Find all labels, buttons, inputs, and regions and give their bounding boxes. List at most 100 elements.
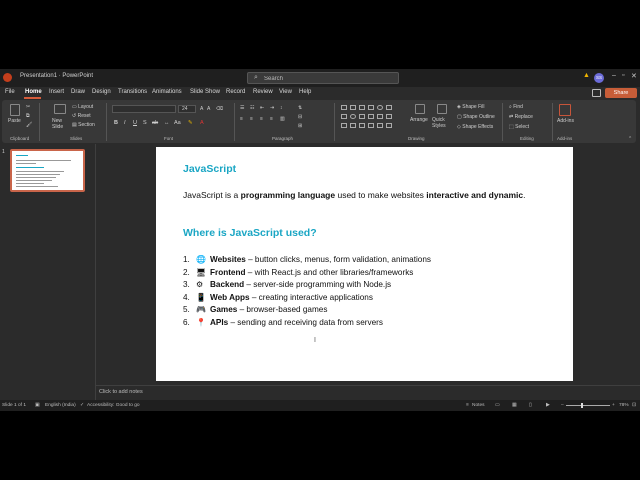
font-color-icon[interactable]: A bbox=[200, 120, 204, 126]
shape-line-icon[interactable] bbox=[350, 105, 356, 110]
tab-review[interactable]: Review bbox=[253, 89, 273, 95]
shape-rectangle-icon[interactable] bbox=[386, 105, 392, 110]
align-center-icon[interactable]: ≡ bbox=[250, 116, 253, 122]
strikethrough-icon[interactable]: ab bbox=[152, 120, 158, 126]
accessibility-icon[interactable]: ✓ bbox=[80, 403, 84, 408]
shape-oval-icon[interactable] bbox=[350, 114, 356, 119]
highlight-icon[interactable]: ✎ bbox=[188, 120, 193, 126]
arrange-button[interactable]: Arrange bbox=[410, 117, 428, 123]
zoom-in-icon[interactable]: + bbox=[612, 403, 615, 408]
format-painter-icon[interactable]: 🖌 bbox=[26, 122, 32, 128]
increase-font-icon[interactable]: A bbox=[200, 106, 203, 112]
line-spacing-icon[interactable]: ↕ bbox=[280, 105, 283, 111]
font-size-combobox[interactable]: 24 bbox=[178, 105, 196, 113]
justify-icon[interactable]: ≡ bbox=[270, 116, 273, 122]
select-button[interactable]: ⬚ Select bbox=[509, 124, 529, 130]
new-slide-icon[interactable] bbox=[54, 104, 66, 114]
shape-rectangle-icon[interactable] bbox=[368, 105, 374, 110]
tab-slide-show[interactable]: Slide Show bbox=[190, 89, 220, 95]
reset-button[interactable]: ↺ Reset bbox=[72, 113, 91, 119]
language-status[interactable]: English (India) bbox=[45, 403, 76, 408]
change-case-icon[interactable]: Aa bbox=[174, 120, 181, 126]
collapse-ribbon-icon[interactable]: ⌃ bbox=[628, 136, 632, 142]
tab-design[interactable]: Design bbox=[92, 89, 111, 95]
reading-view-icon[interactable]: ▯ bbox=[529, 403, 532, 408]
new-slide-button[interactable]: New Slide bbox=[52, 118, 68, 130]
normal-view-icon[interactable]: ▭ bbox=[495, 403, 500, 408]
decrease-font-icon[interactable]: A bbox=[207, 106, 210, 112]
maximize-icon[interactable]: ▫ bbox=[622, 72, 624, 79]
paste-icon[interactable] bbox=[10, 104, 20, 116]
smartart-icon[interactable]: ⊞ bbox=[298, 123, 302, 129]
tab-record[interactable]: Record bbox=[226, 89, 245, 95]
shape-brace-icon[interactable] bbox=[377, 123, 383, 128]
align-left-icon[interactable]: ≡ bbox=[240, 116, 243, 122]
close-icon[interactable]: ✕ bbox=[631, 72, 637, 80]
list-item[interactable]: 6. 📍 APIs – sending and receiving data fro… bbox=[183, 318, 383, 327]
shape-effects-button[interactable]: ◇ Shape Effects bbox=[457, 124, 493, 130]
spellcheck-icon[interactable]: ▣ bbox=[35, 403, 40, 408]
layout-button[interactable]: ▭ Layout bbox=[72, 104, 93, 110]
shape-brace-icon[interactable] bbox=[386, 123, 392, 128]
fit-slide-icon[interactable]: ⊡ bbox=[632, 403, 636, 408]
search-box[interactable]: ⌕ bbox=[247, 72, 399, 84]
slide-intro-text[interactable]: JavaScript is a programming language use… bbox=[183, 189, 553, 202]
tab-file[interactable]: File bbox=[5, 89, 15, 95]
text-direction-icon[interactable]: ⇅ bbox=[298, 105, 302, 111]
share-button[interactable]: Share bbox=[605, 88, 637, 98]
list-item[interactable]: 1. 🌐 Websites – button clicks, menus, form… bbox=[183, 255, 431, 264]
panel-divider[interactable] bbox=[95, 144, 96, 400]
shape-line-icon[interactable] bbox=[341, 105, 347, 110]
addins-icon[interactable] bbox=[559, 104, 571, 116]
shape-brace-icon[interactable] bbox=[350, 123, 356, 128]
section-button[interactable]: ▤ Section bbox=[72, 122, 95, 128]
decrease-indent-icon[interactable]: ⇤ bbox=[260, 105, 264, 111]
shape-star-icon[interactable] bbox=[359, 123, 365, 128]
bold-icon[interactable]: B bbox=[114, 120, 118, 126]
tab-view[interactable]: View bbox=[279, 89, 292, 95]
slideshow-icon[interactable]: ▶ bbox=[546, 403, 550, 408]
shape-outline-button[interactable]: ▢ Shape Outline bbox=[457, 114, 495, 120]
underline-icon[interactable]: U bbox=[133, 120, 137, 126]
tab-animations[interactable]: Animations bbox=[152, 89, 182, 95]
align-text-icon[interactable]: ⊟ bbox=[298, 114, 302, 120]
replace-button[interactable]: ⇄ Replace bbox=[509, 114, 533, 120]
shape-arrow-icon[interactable] bbox=[377, 114, 383, 119]
zoom-level[interactable]: 78% bbox=[619, 403, 629, 408]
warning-icon[interactable]: ▲ bbox=[583, 72, 590, 79]
bullets-icon[interactable]: ☰ bbox=[240, 105, 244, 111]
shape-rectangle-icon[interactable] bbox=[341, 114, 347, 119]
list-item[interactable]: 4. 📱 Web Apps – creating interactive appli… bbox=[183, 293, 373, 302]
shape-oval-icon[interactable] bbox=[377, 105, 383, 110]
increase-indent-icon[interactable]: ⇥ bbox=[270, 105, 274, 111]
shape-callout-icon[interactable] bbox=[368, 123, 374, 128]
accessibility-status[interactable]: Accessibility: Good to go bbox=[87, 403, 140, 408]
slide-sorter-icon[interactable]: ▦ bbox=[512, 403, 517, 408]
notes-icon[interactable]: ≡ bbox=[466, 403, 469, 408]
list-item[interactable]: 2. 🖥 Frontend – with React.js and other li… bbox=[183, 268, 413, 277]
search-input[interactable] bbox=[264, 74, 394, 83]
character-spacing-icon[interactable]: ↔ bbox=[164, 120, 170, 126]
shape-triangle-icon[interactable] bbox=[359, 114, 365, 119]
slide-thumbnail[interactable] bbox=[10, 149, 85, 192]
shape-arrow-icon[interactable] bbox=[368, 114, 374, 119]
slide-canvas[interactable]: JavaScript JavaScript is a programming l… bbox=[156, 147, 573, 381]
tab-home[interactable]: Home bbox=[25, 89, 42, 95]
italic-icon[interactable]: I bbox=[124, 120, 126, 126]
notes-pane[interactable]: Click to add notes bbox=[96, 385, 640, 399]
quick-styles-button[interactable]: Quick Styles bbox=[432, 117, 450, 129]
columns-icon[interactable]: ▥ bbox=[280, 116, 285, 122]
list-item[interactable]: 5. 🎮 Games – browser-based games bbox=[183, 305, 327, 314]
addins-button[interactable]: Add-ins bbox=[557, 118, 574, 124]
align-right-icon[interactable]: ≡ bbox=[260, 116, 263, 122]
zoom-out-icon[interactable]: – bbox=[561, 403, 564, 408]
zoom-slider[interactable] bbox=[566, 405, 610, 406]
tab-help[interactable]: Help bbox=[299, 89, 311, 95]
copy-icon[interactable]: ⧉ bbox=[26, 113, 30, 119]
notes-toggle[interactable]: Notes bbox=[472, 403, 485, 408]
quick-styles-icon[interactable] bbox=[437, 104, 447, 114]
font-name-combobox[interactable] bbox=[112, 105, 176, 113]
shape-fill-button[interactable]: ◈ Shape Fill bbox=[457, 104, 484, 110]
find-button[interactable]: ⌕ Find bbox=[509, 104, 523, 110]
cut-icon[interactable]: ✂ bbox=[26, 104, 30, 110]
